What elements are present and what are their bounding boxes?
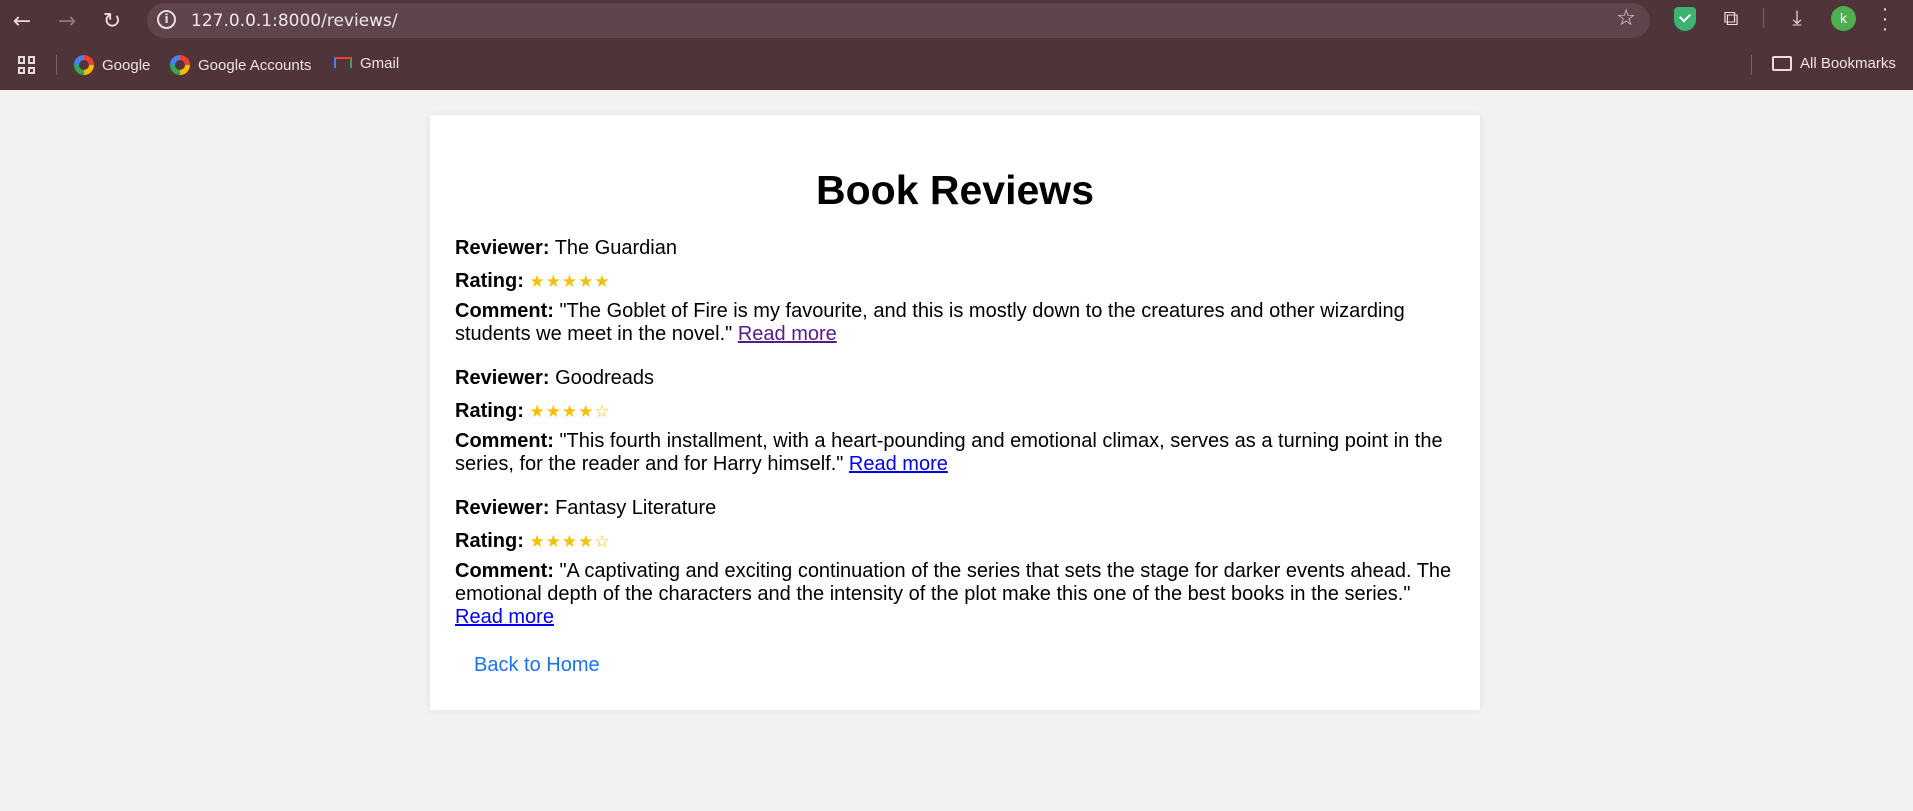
- reload-icon[interactable]: ↻: [96, 6, 128, 38]
- rating-stars-icon: ★★★★☆: [529, 402, 611, 422]
- rating-line: Rating: ★★★★☆: [455, 530, 1455, 554]
- all-bookmarks-button[interactable]: All Bookmarks: [1772, 55, 1896, 72]
- rating-label: Rating:: [455, 400, 524, 422]
- comment-label: Comment:: [455, 560, 554, 582]
- reviewer-name: The Guardian: [554, 237, 677, 259]
- comment-text: "A captivating and exciting continuation…: [455, 560, 1452, 605]
- back-arrow-icon[interactable]: ←: [6, 6, 38, 38]
- bookmarks-divider: [1751, 55, 1752, 75]
- rating-stars-icon: ★★★★☆: [529, 532, 611, 552]
- profile-avatar[interactable]: k: [1831, 6, 1856, 31]
- comment-text: "This fourth installment, with a heart-p…: [455, 430, 1443, 475]
- rating-label: Rating:: [455, 530, 524, 552]
- gmail-icon: [334, 57, 352, 70]
- bookmark-label: Google Accounts: [198, 56, 312, 74]
- bookmark-google[interactable]: Google: [74, 55, 150, 75]
- bookmark-google-accounts[interactable]: Google Accounts: [170, 55, 311, 75]
- reviewer-line: Reviewer: The Guardian: [455, 237, 1455, 260]
- browser-toolbar: ← → ↻ i 127.0.0.1:8000/reviews/ ☆ ⧉ ⤓ k …: [0, 0, 1913, 90]
- comment-line: Comment: "This fourth installment, with …: [455, 430, 1455, 476]
- download-icon[interactable]: ⤓: [1784, 6, 1810, 32]
- comment-label: Comment:: [455, 300, 554, 322]
- read-more-link[interactable]: Read more: [849, 453, 948, 475]
- review-item: Reviewer: Fantasy Literature Rating: ★★★…: [455, 497, 1455, 629]
- address-bar[interactable]: i 127.0.0.1:8000/reviews/ ☆: [147, 3, 1650, 38]
- reviewer-name: Goodreads: [555, 367, 655, 389]
- rating-stars-icon: ★★★★★: [529, 272, 611, 292]
- bookmark-label: Google: [102, 56, 151, 74]
- reviewer-line: Reviewer: Fantasy Literature: [455, 497, 1455, 520]
- comment-line: Comment: "The Goblet of Fire is my favou…: [455, 300, 1455, 346]
- reviewer-name: Fantasy Literature: [555, 497, 717, 519]
- google-icon: [170, 55, 190, 75]
- read-more-link[interactable]: Read more: [455, 606, 554, 628]
- comment-line: Comment: "A captivating and exciting con…: [455, 560, 1455, 629]
- google-icon: [74, 55, 94, 75]
- bookmark-star-icon[interactable]: ☆: [1616, 6, 1636, 31]
- back-to-home-link[interactable]: Back to Home: [474, 654, 600, 677]
- folder-icon: [1772, 56, 1792, 71]
- review-item: Reviewer: The Guardian Rating: ★★★★★ Com…: [455, 237, 1455, 346]
- forward-arrow-icon[interactable]: →: [51, 6, 83, 38]
- rating-label: Rating:: [455, 270, 524, 292]
- shield-extension-icon[interactable]: [1674, 7, 1696, 31]
- address-url[interactable]: 127.0.0.1:8000/reviews/: [191, 11, 398, 31]
- bookmark-gmail[interactable]: Gmail: [334, 55, 399, 72]
- reviewer-label: Reviewer:: [455, 497, 550, 519]
- comment-label: Comment:: [455, 430, 554, 452]
- reviewer-label: Reviewer:: [455, 237, 550, 259]
- site-info-icon[interactable]: i: [157, 10, 176, 29]
- all-bookmarks-label: All Bookmarks: [1800, 55, 1896, 72]
- reviews-card: Book Reviews Reviewer: The Guardian Rati…: [430, 115, 1480, 710]
- more-menu-icon[interactable]: · · ·: [1880, 0, 1890, 39]
- extensions-puzzle-icon[interactable]: ⧉: [1718, 6, 1744, 32]
- reviewer-label: Reviewer:: [455, 367, 550, 389]
- toolbar-divider: [1763, 8, 1764, 28]
- reviewer-line: Reviewer: Goodreads: [455, 367, 1455, 390]
- comment-text: "The Goblet of Fire is my favourite, and…: [455, 300, 1405, 345]
- bookmarks-divider: [56, 55, 57, 75]
- bookmark-label: Gmail: [360, 55, 400, 72]
- rating-line: Rating: ★★★★★: [455, 270, 1455, 294]
- apps-grid-icon[interactable]: [18, 56, 36, 74]
- read-more-link[interactable]: Read more: [738, 323, 837, 345]
- page-title: Book Reviews: [816, 167, 1094, 213]
- rating-line: Rating: ★★★★☆: [455, 400, 1455, 424]
- review-item: Reviewer: Goodreads Rating: ★★★★☆ Commen…: [455, 367, 1455, 476]
